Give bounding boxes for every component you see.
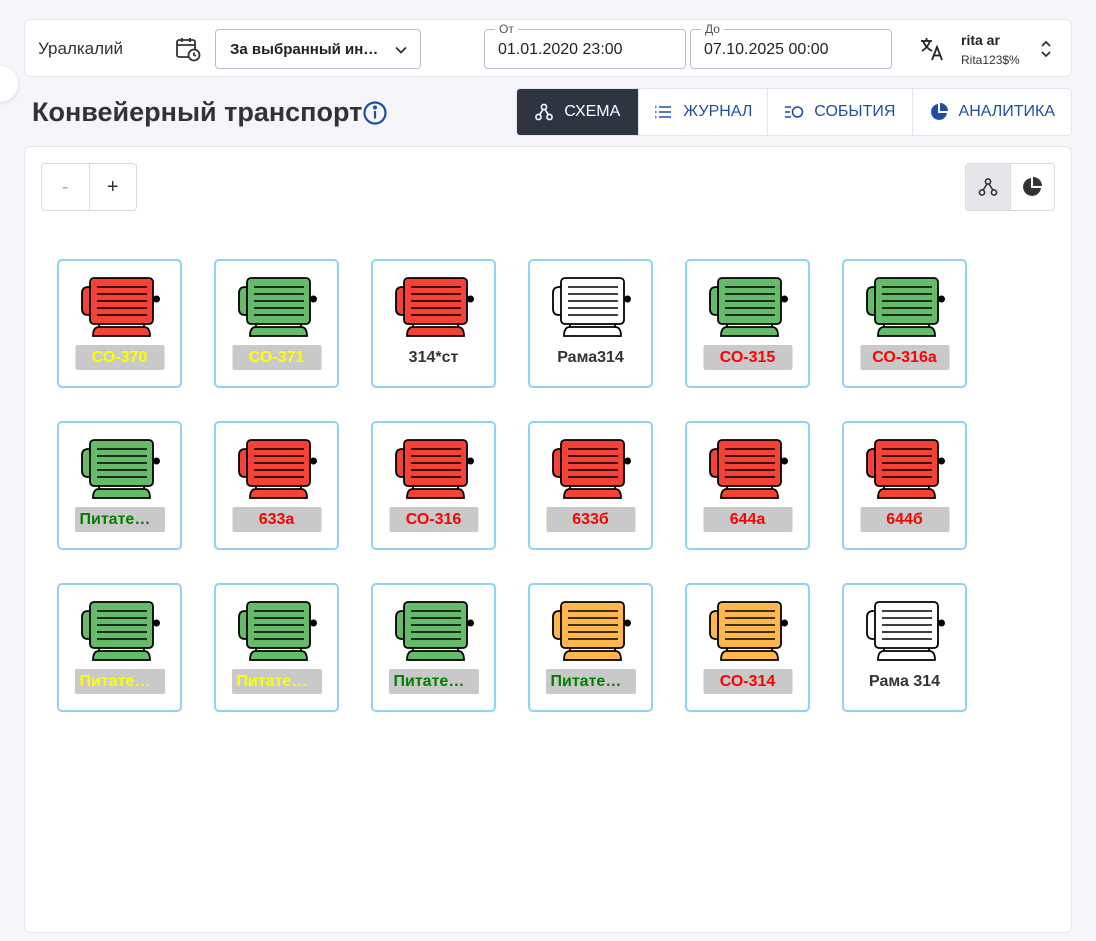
motor-icon	[395, 277, 474, 337]
date-from-value: 01.01.2020 23:00	[498, 41, 623, 58]
tab-schema-label: СХЕМА	[564, 103, 621, 120]
date-to-value: 07.10.2025 00:00	[704, 41, 829, 58]
period-select[interactable]: За выбранный ин…	[215, 29, 421, 69]
sidebar-toggle[interactable]	[0, 66, 18, 102]
equipment-label: СО-371	[232, 345, 321, 370]
equipment-label: СО-316а	[860, 345, 949, 370]
translate-icon[interactable]	[919, 36, 945, 62]
equipment-card[interactable]: Питател…	[371, 583, 496, 712]
zoom-out-button[interactable]: -	[42, 164, 90, 210]
motor-icon	[552, 277, 631, 337]
chevron-down-icon	[395, 46, 407, 54]
equipment-card[interactable]: Питател…	[57, 421, 182, 550]
equipment-label: СО-314	[703, 669, 792, 694]
motor-icon	[395, 439, 474, 499]
equipment-card[interactable]: СО-370	[57, 259, 182, 388]
tab-journal-label: ЖУРНАЛ	[683, 103, 753, 120]
motor-icon	[395, 601, 474, 661]
view-tabs: СХЕМА ЖУРНАЛ СОБЫТИЯ АНАЛИТИКА	[516, 88, 1072, 136]
equipment-label: Питател…	[74, 669, 165, 694]
equipment-label: 644б	[860, 507, 949, 532]
equipment-card[interactable]: 644а	[685, 421, 810, 550]
tab-journal[interactable]: ЖУРНАЛ	[637, 89, 768, 135]
equipment-label: Рама314	[557, 349, 624, 366]
motor-icon	[81, 601, 160, 661]
equipment-card[interactable]: СО-315	[685, 259, 810, 388]
equipment-label: СО-316	[389, 507, 478, 532]
schema-panel: - + СО-370 СО-371 314*ст Рама314 СО-315 СО-31…	[24, 146, 1072, 933]
motor-icon	[81, 277, 160, 337]
motor-icon	[866, 601, 945, 661]
equipment-card[interactable]: Питател…	[528, 583, 653, 712]
motor-icon	[81, 439, 160, 499]
schema-view-button[interactable]	[966, 164, 1011, 210]
tab-events[interactable]: СОБЫТИЯ	[767, 89, 911, 135]
equipment-card[interactable]: Питател…	[214, 583, 339, 712]
motor-icon	[709, 601, 788, 661]
events-icon	[785, 106, 804, 118]
equipment-label: 314*ст	[408, 349, 459, 366]
motor-icon	[552, 601, 631, 661]
motor-icon	[238, 439, 317, 499]
equipment-label: 633а	[232, 507, 321, 532]
motor-icon	[238, 277, 317, 337]
equipment-card[interactable]: 314*ст	[371, 259, 496, 388]
calendar-icon[interactable]	[175, 36, 201, 62]
equipment-card[interactable]: Рама 314	[842, 583, 967, 712]
chart-view-button[interactable]	[1011, 164, 1055, 210]
motor-icon	[238, 601, 317, 661]
period-select-value: За выбранный ин…	[230, 41, 379, 58]
user-name: rita ar	[961, 32, 1000, 48]
info-icon[interactable]	[362, 100, 388, 126]
equipment-label: 644а	[703, 507, 792, 532]
pie-chart-icon	[1023, 177, 1043, 196]
equipment-label: Питател…	[74, 507, 165, 532]
company-name: Уралкалий	[38, 39, 124, 58]
top-bar: Уралкалий За выбранный ин… От 01.01.2020…	[24, 19, 1072, 77]
date-from-field[interactable]: От 01.01.2020 23:00	[484, 22, 686, 69]
equipment-label: Питател…	[231, 669, 322, 694]
motor-icon	[552, 439, 631, 499]
equipment-card[interactable]: Рама314	[528, 259, 653, 388]
page-title: Конвейерный транспорт	[32, 97, 363, 127]
equipment-label: 633б	[546, 507, 635, 532]
view-mode-toggle	[965, 163, 1055, 211]
equipment-label: СО-370	[75, 345, 164, 370]
schema-icon	[535, 103, 554, 121]
equipment-card[interactable]: 633б	[528, 421, 653, 550]
unfold-icon[interactable]	[1039, 38, 1053, 60]
date-to-label: До	[701, 22, 724, 36]
equipment-card[interactable]: 644б	[842, 421, 967, 550]
equipment-label: Питател…	[388, 669, 479, 694]
tab-analytics[interactable]: АНАЛИТИКА	[911, 89, 1071, 135]
date-from-label: От	[495, 22, 518, 36]
schema-icon	[978, 178, 998, 196]
equipment-card[interactable]: СО-316	[371, 421, 496, 550]
equipment-label: Рама 314	[868, 673, 941, 690]
equipment-card[interactable]: 633а	[214, 421, 339, 550]
tab-schema[interactable]: СХЕМА	[517, 89, 638, 135]
equipment-label: СО-315	[703, 345, 792, 370]
user-login: Rita123$%	[961, 53, 1020, 67]
motor-icon	[866, 439, 945, 499]
equipment-card[interactable]: СО-314	[685, 583, 810, 712]
motor-icon	[709, 439, 788, 499]
motor-icon	[866, 277, 945, 337]
list-icon	[655, 106, 672, 118]
equipment-card[interactable]: Питател…	[57, 583, 182, 712]
tab-events-label: СОБЫТИЯ	[814, 103, 896, 120]
zoom-in-button[interactable]: +	[90, 164, 137, 210]
equipment-card[interactable]: СО-316а	[842, 259, 967, 388]
date-to-field[interactable]: До 07.10.2025 00:00	[690, 22, 892, 69]
zoom-controls: - +	[41, 163, 137, 211]
tab-analytics-label: АНАЛИТИКА	[958, 103, 1056, 120]
motor-icon	[709, 277, 788, 337]
equipment-label: Питател…	[545, 669, 636, 694]
pie-chart-icon	[930, 103, 948, 120]
equipment-card[interactable]: СО-371	[214, 259, 339, 388]
